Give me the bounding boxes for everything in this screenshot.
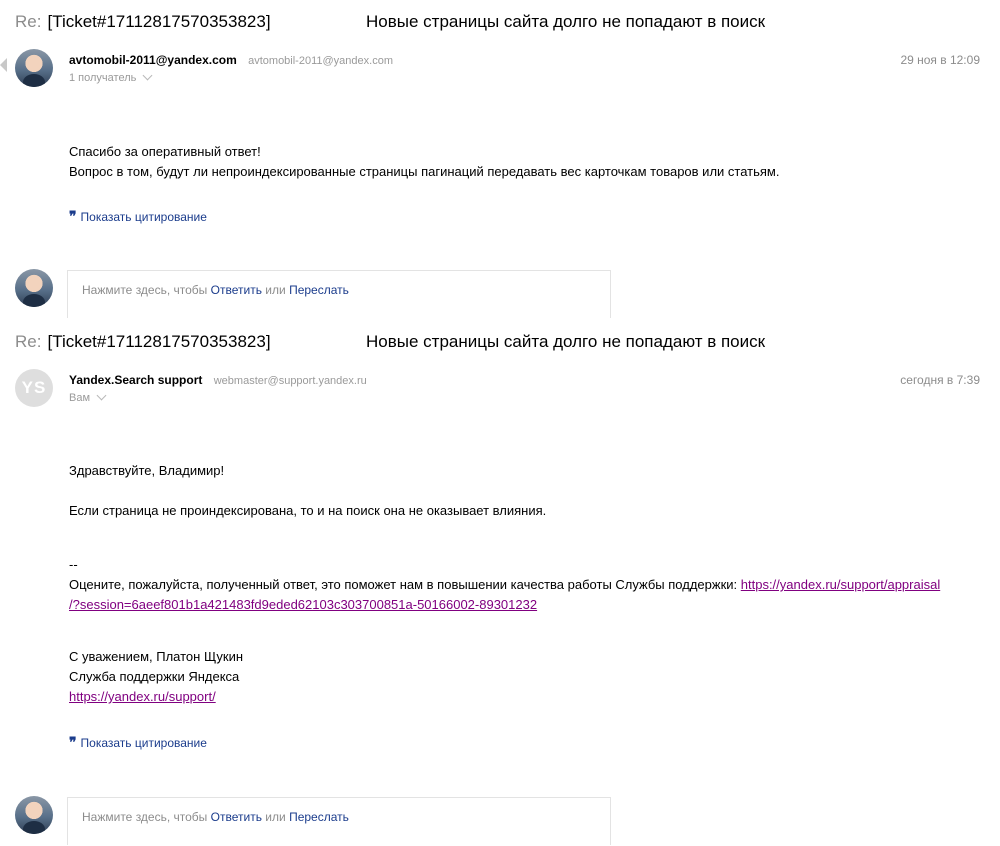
subject-title: Новые страницы сайта долго не попадают в… bbox=[366, 12, 766, 31]
reply-prefix: Нажмите здесь, чтобы bbox=[82, 283, 208, 297]
reply-prefix: Нажмите здесь, чтобы bbox=[82, 810, 208, 824]
avatar bbox=[15, 796, 53, 834]
sender-info: Yandex.Search support webmaster@support.… bbox=[69, 373, 367, 387]
rating-link-continued[interactable]: /?session=6aeef801b1a421483fd9eded62103c… bbox=[69, 597, 537, 612]
sender-name[interactable]: avtomobil-2011@yandex.com bbox=[69, 53, 237, 67]
show-quote-link[interactable]: ❞ Показать цитирование bbox=[69, 209, 207, 225]
subject-re: Re: bbox=[15, 332, 42, 351]
email-subject: Re: [Ticket#17112817570353823] Новые стра… bbox=[15, 329, 765, 355]
recipients-toggle[interactable]: Вам bbox=[69, 390, 107, 404]
collapse-arrow-icon[interactable] bbox=[0, 58, 7, 72]
message-date: 29 ноя в 12:09 bbox=[900, 53, 980, 67]
sender-email[interactable]: avtomobil-2011@yandex.com bbox=[248, 55, 393, 67]
sender-info: avtomobil-2011@yandex.com avtomobil-2011… bbox=[69, 53, 393, 67]
sender-name[interactable]: Yandex.Search support bbox=[69, 373, 202, 387]
quick-reply-box[interactable]: Нажмите здесь, чтобы Ответить или Пересл… bbox=[67, 270, 611, 318]
body-line: Спасибо за оперативный ответ! bbox=[69, 144, 261, 159]
subject-ticket: [Ticket#17112817570353823] bbox=[47, 12, 271, 31]
body-line: Вопрос в том, будут ли непроиндексирован… bbox=[69, 164, 780, 179]
signature-separator: -- bbox=[69, 557, 78, 572]
support-link[interactable]: https://yandex.ru/support/ bbox=[69, 689, 216, 704]
reply-link[interactable]: Ответить bbox=[211, 810, 262, 824]
show-quote-label: Показать цитирование bbox=[80, 210, 207, 224]
greeting: Здравствуйте, Владимир! bbox=[69, 463, 225, 478]
subject-ticket: [Ticket#17112817570353823] bbox=[47, 332, 271, 351]
reply-or: или bbox=[265, 283, 286, 297]
quote-icon: ❞ bbox=[69, 209, 77, 225]
subject-title: Новые страницы сайта долго не попадают в… bbox=[366, 332, 766, 351]
message-body: Здравствуйте, Владимир! Если страница не… bbox=[69, 461, 940, 707]
message-body: Спасибо за оперативный ответ! Вопрос в т… bbox=[69, 142, 779, 182]
quick-reply-box[interactable]: Нажмите здесь, чтобы Ответить или Пересл… bbox=[67, 797, 611, 845]
reply-or: или bbox=[265, 810, 286, 824]
recipients-toggle[interactable]: 1 получатель bbox=[69, 70, 153, 84]
email-subject: Re: [Ticket#17112817570353823] Новые стра… bbox=[15, 9, 765, 35]
forward-link[interactable]: Переслать bbox=[289, 810, 349, 824]
subject-re: Re: bbox=[15, 12, 42, 31]
avatar bbox=[15, 269, 53, 307]
rating-link[interactable]: https://yandex.ru/support/appraisal bbox=[741, 577, 940, 592]
rating-text: Оцените, пожалуйста, полученный ответ, э… bbox=[69, 577, 738, 592]
recipients-label: Вам bbox=[69, 392, 91, 404]
reply-link[interactable]: Ответить bbox=[211, 283, 262, 297]
message-date: сегодня в 7:39 bbox=[900, 373, 980, 387]
avatar-initials: YS bbox=[21, 378, 47, 397]
forward-link[interactable]: Переслать bbox=[289, 283, 349, 297]
support-team: Служба поддержки Яндекса bbox=[69, 669, 240, 684]
avatar[interactable] bbox=[15, 49, 53, 87]
signoff: С уважением, Платон Щукин bbox=[69, 649, 244, 664]
quote-icon: ❞ bbox=[69, 735, 77, 751]
show-quote-label: Показать цитирование bbox=[80, 736, 207, 750]
sender-email[interactable]: webmaster@support.yandex.ru bbox=[214, 375, 367, 387]
chevron-down-icon bbox=[142, 70, 153, 81]
show-quote-link[interactable]: ❞ Показать цитирование bbox=[69, 735, 207, 751]
chevron-down-icon bbox=[96, 390, 107, 401]
avatar[interactable]: YS bbox=[15, 369, 53, 407]
answer-text: Если страница не проиндексирована, то и … bbox=[69, 503, 547, 518]
recipients-label: 1 получатель bbox=[69, 72, 137, 84]
